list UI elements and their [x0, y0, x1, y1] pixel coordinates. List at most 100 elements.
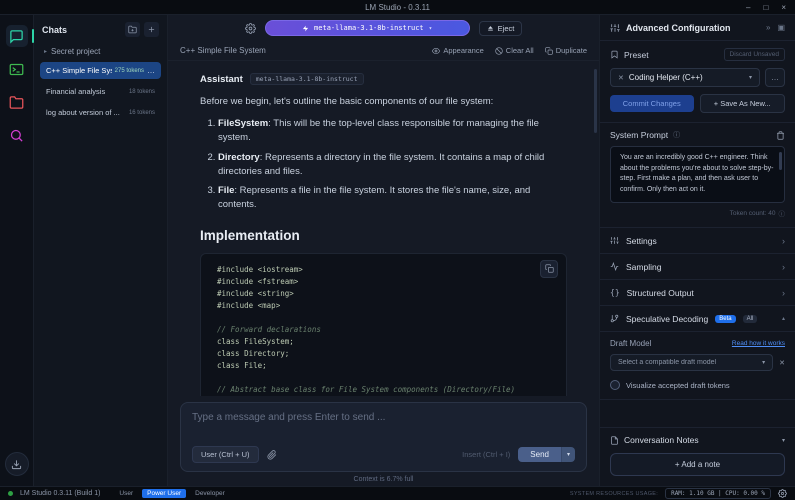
section-settings[interactable]: Settings › [600, 228, 795, 254]
visualize-tokens-toggle[interactable]: Visualize accepted draft tokens [610, 380, 785, 390]
token-badge: 275 tokens [115, 68, 144, 74]
read-how-it-works-link[interactable]: Read how it works [732, 340, 785, 347]
list-item-desc: : Represents a file in the file system. … [218, 185, 530, 210]
maximize-icon[interactable]: □ [763, 3, 768, 12]
panel-layout-icon[interactable]: ▣ [777, 23, 785, 32]
attach-file-button[interactable] [267, 450, 277, 460]
save-as-new-button[interactable]: + Save As New... [700, 94, 786, 113]
message-input[interactable] [192, 412, 575, 438]
system-prompt-section: System Prompt ⓘ You are an incredibly go… [600, 123, 795, 228]
token-badge: 16 tokens [129, 110, 155, 116]
preset-selector[interactable]: ✕ Coding Helper (C++) ▾ [610, 68, 760, 87]
clear-all-button[interactable]: Clear All [495, 46, 534, 55]
chat-area: meta-llama-3.1-8b-instruct ▾ Eject C++ S… [168, 15, 599, 486]
rail-chat-button[interactable] [6, 25, 28, 47]
system-prompt-input[interactable]: You are an incredibly good C++ engineer.… [610, 146, 785, 203]
scrollbar[interactable] [779, 152, 782, 170]
visualize-tokens-label: Visualize accepted draft tokens [626, 381, 730, 390]
chat-item-label: C++ Simple File System [46, 66, 112, 75]
system-prompt-text: You are an incredibly good C++ engineer.… [620, 154, 773, 193]
implementation-heading: Implementation [200, 228, 567, 243]
panel-title: Advanced Configuration [626, 23, 731, 33]
conversation-notes-label: Conversation Notes [624, 435, 699, 445]
scrollbar[interactable] [594, 69, 597, 133]
section-speculative-decoding[interactable]: Speculative Decoding Beta All ▴ [600, 306, 795, 332]
collapse-panel-icon[interactable]: » [766, 23, 770, 32]
mode-power-user[interactable]: Power User [142, 489, 186, 498]
preset-label: Preset [624, 50, 649, 60]
model-settings-button[interactable] [245, 23, 256, 34]
copy-icon [545, 264, 554, 273]
code-line: class FileSystem; [217, 336, 550, 348]
code-line: class File; [217, 360, 550, 372]
new-chat-button[interactable] [144, 22, 159, 37]
preset-section: Preset Discard Unsaved ✕ Coding Helper (… [600, 41, 795, 123]
chat-item-log-version[interactable]: log about version of ... 16 tokens [40, 104, 161, 121]
minimize-icon[interactable]: – [746, 3, 750, 12]
mode-user[interactable]: User [119, 490, 133, 497]
commit-changes-button[interactable]: Commit Changes [610, 95, 694, 112]
list-item: FileSystem: This will be the top-level c… [218, 117, 567, 145]
info-icon: ⓘ [673, 130, 680, 140]
section-label: Speculative Decoding [626, 314, 708, 324]
chat-item-financial-analysis[interactable]: Financial analysis 18 tokens [40, 83, 161, 100]
chat-item-cpp-file-system[interactable]: C++ Simple File System 275 tokens … [40, 62, 161, 79]
send-button[interactable]: Send ▾ [518, 447, 575, 462]
conversation-notes-header[interactable]: Conversation Notes ▾ [610, 435, 785, 445]
appearance-button[interactable]: Appearance [432, 46, 483, 55]
loaded-model-selector[interactable]: meta-llama-3.1-8b-instruct ▾ [265, 20, 470, 36]
info-icon: ⓘ [779, 208, 786, 218]
trash-icon[interactable] [776, 131, 785, 140]
chevron-down-icon: ▾ [762, 359, 765, 366]
downloads-button[interactable] [5, 452, 29, 476]
rail-discover-button[interactable] [6, 124, 28, 146]
clear-preset-icon[interactable]: ✕ [618, 74, 624, 82]
copy-code-button[interactable] [540, 260, 558, 278]
rail-models-button[interactable] [6, 91, 28, 113]
chats-sidebar: Chats ▸ Secret project C++ Simple File S… [34, 15, 168, 486]
sliders-icon [610, 23, 620, 33]
settings-gear-button[interactable] [778, 489, 787, 498]
chevron-right-icon: ▸ [44, 48, 47, 55]
list-item: File: Represents a file in the file syst… [218, 184, 567, 212]
list-item-desc: : Represents a directory in the file sys… [218, 152, 544, 177]
add-note-button[interactable]: + Add a note [610, 453, 785, 476]
list-item: Directory: Represents a directory in the… [218, 151, 567, 179]
eject-model-button[interactable]: Eject [479, 21, 523, 36]
new-folder-button[interactable] [125, 22, 140, 37]
resources-usage[interactable]: RAM: 1.10 GB | CPU: 0.00 % [665, 488, 771, 499]
insert-hint[interactable]: Insert (Ctrl + I) [462, 450, 510, 459]
chevron-right-icon: › [782, 236, 785, 246]
send-options-caret[interactable]: ▾ [561, 447, 575, 462]
close-icon[interactable]: × [781, 3, 786, 12]
more-icon[interactable]: … [147, 69, 155, 73]
preset-menu-button[interactable]: … [765, 68, 785, 87]
section-structured-output[interactable]: {} Structured Output › [600, 280, 795, 306]
loaded-model-name: meta-llama-3.1-8b-instruct [314, 24, 424, 32]
code-line: // Forward declarations [217, 324, 550, 336]
chats-title: Chats [42, 25, 67, 35]
rail-developer-button[interactable] [6, 58, 28, 80]
user-role-button[interactable]: User (Ctrl + U) [192, 446, 259, 463]
draft-model-label: Draft Model [610, 339, 651, 348]
chevron-right-icon: › [782, 288, 785, 298]
section-sampling[interactable]: Sampling › [600, 254, 795, 280]
discard-unsaved-button[interactable]: Discard Unsaved [724, 48, 786, 61]
chevron-down-icon: ▾ [749, 74, 752, 81]
appearance-icon [432, 47, 440, 55]
duplicate-button[interactable]: Duplicate [545, 46, 587, 55]
titlebar: LM Studio - 0.3.11 – □ × [0, 0, 795, 15]
plus-icon [147, 25, 156, 34]
code-line: #include <map> [217, 300, 550, 312]
paperclip-icon [267, 450, 277, 460]
mode-developer[interactable]: Developer [195, 490, 225, 497]
clear-all-label: Clear All [506, 46, 534, 55]
clear-draft-icon[interactable]: ✕ [779, 359, 785, 367]
sidebar-folder-secret-project[interactable]: ▸ Secret project [34, 43, 167, 60]
window-title: LM Studio - 0.3.11 [0, 3, 795, 12]
message-list: Assistant meta-llama-3.1-8b-instruct Bef… [168, 61, 599, 396]
all-toggle[interactable]: All [743, 315, 758, 323]
git-branch-icon [610, 314, 619, 323]
draft-model-selector[interactable]: Select a compatible draft model ▾ [610, 354, 773, 371]
send-label: Send [518, 447, 561, 462]
